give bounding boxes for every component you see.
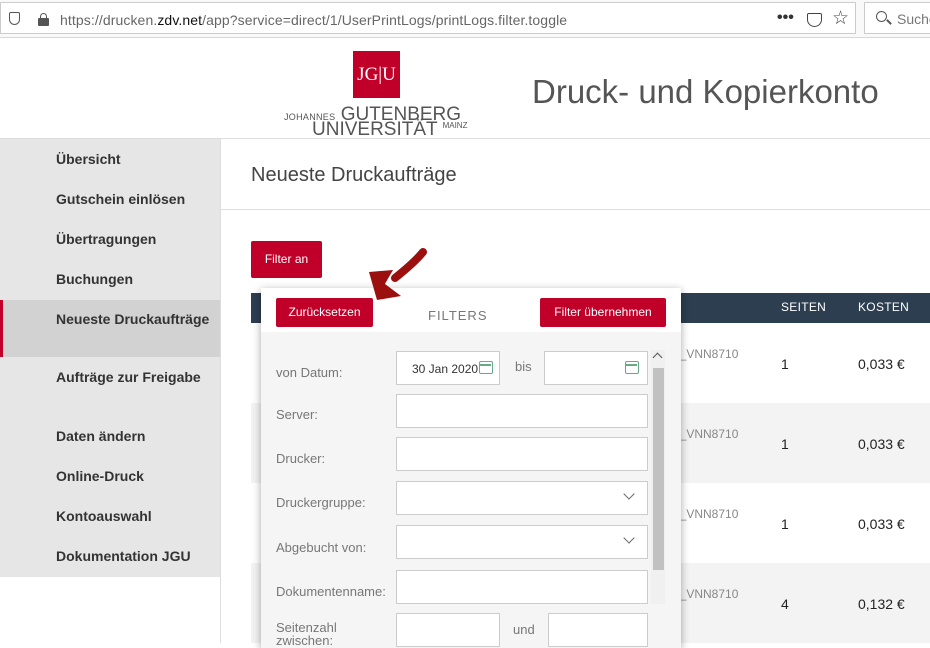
annotation-arrow [369, 248, 427, 300]
charged-from-select[interactable] [396, 525, 648, 559]
page-count-label-line2: zwischen: [276, 633, 334, 648]
cell-document: i_VNN8710 [677, 427, 739, 441]
sidebar-item-jobs-for-release[interactable]: Aufträge zur Freigabe [0, 368, 220, 387]
filter-form: von Datum: 30 Jan 2020 bis Server: Druck… [261, 332, 681, 648]
cell-cost: 0,033 € [858, 436, 905, 452]
sidebar-item-transfers[interactable]: Übertragungen [0, 230, 220, 249]
page-count-min-input[interactable] [396, 613, 500, 647]
cell-pages: 1 [781, 436, 789, 452]
filter-panel-header: Zurücksetzen FILTERS Filter übernehmen [261, 288, 681, 332]
cell-pages: 4 [781, 596, 789, 612]
cell-pages: 1 [781, 356, 789, 372]
cell-document: i_VNN8710 [677, 347, 739, 361]
site-header: JG|U JOHANNES GUTENBERG UNIVERSITÄT MAIN… [0, 39, 930, 140]
cell-pages: 1 [781, 516, 789, 532]
url-text[interactable]: https://drucken.zdv.net/app?service=dire… [60, 12, 567, 28]
and-label: und [513, 622, 535, 637]
sidebar-item-bookings[interactable]: Buchungen [0, 270, 220, 289]
filters-title: FILTERS [428, 308, 488, 323]
sidebar-item-redeem-voucher[interactable]: Gutschein einlösen [0, 190, 220, 209]
search-box[interactable]: Suche [864, 2, 930, 34]
server-label: Server: [276, 407, 318, 422]
apply-filter-button[interactable]: Filter übernehmen [540, 298, 666, 327]
cell-document: i_VNN8710 [677, 587, 739, 601]
cell-cost: 0,132 € [858, 596, 905, 612]
browser-toolbar: https://drucken.zdv.net/app?service=dire… [0, 0, 930, 38]
bookmark-star-icon[interactable]: ☆ [832, 7, 849, 30]
chevron-down-icon [623, 532, 635, 544]
to-date-field[interactable] [544, 351, 648, 385]
column-header-cost[interactable]: KOSTEN [858, 300, 909, 314]
calendar-icon[interactable] [479, 361, 493, 374]
from-date-field[interactable]: 30 Jan 2020 [396, 351, 500, 385]
column-header-pages[interactable]: SEITEN [781, 300, 826, 314]
document-name-input[interactable] [396, 570, 648, 604]
page-count-max-input[interactable] [548, 613, 648, 647]
title-divider [221, 209, 930, 210]
search-icon [876, 11, 887, 22]
calendar-icon[interactable] [625, 361, 639, 374]
search-placeholder: Suche [897, 11, 930, 27]
logo-text-line2: UNIVERSITÄT MAINZ [312, 119, 468, 140]
charged-from-label: Abgebucht von: [276, 540, 367, 555]
document-name-label: Dokumentenname: [276, 584, 386, 599]
page-title: Neueste Druckaufträge [251, 164, 457, 186]
sidebar-item-account-selection[interactable]: Kontoauswahl [0, 507, 220, 526]
to-date-label: bis [515, 359, 532, 374]
sidebar-item-documentation[interactable]: Dokumentation JGU [0, 547, 220, 566]
sidebar-divider [220, 139, 221, 643]
tracking-protection-icon[interactable] [9, 12, 20, 25]
scrollbar-thumb[interactable] [653, 368, 664, 570]
sidebar-item-overview[interactable]: Übersicht [0, 150, 220, 169]
filter-panel: Zurücksetzen FILTERS Filter übernehmen v… [261, 288, 681, 648]
printer-label: Drucker: [276, 451, 326, 466]
printer-group-label: Druckergruppe: [276, 495, 366, 510]
pocket-icon[interactable] [807, 13, 822, 27]
sidebar-item-recent-print-jobs[interactable]: Neueste Druckaufträge [0, 300, 220, 357]
address-bar[interactable]: https://drucken.zdv.net/app?service=dire… [0, 2, 856, 34]
filter-toggle-button[interactable]: Filter an [251, 241, 322, 278]
cell-document: i_VNN8710 [677, 507, 739, 521]
cell-cost: 0,033 € [858, 516, 905, 532]
jgu-logo-mark[interactable]: JG|U [353, 51, 400, 98]
sidebar-item-online-print[interactable]: Online-Druck [0, 467, 220, 486]
page-actions-menu-icon[interactable]: ••• [777, 9, 794, 27]
from-date-label: von Datum: [276, 365, 343, 380]
sidebar: Übersicht Gutschein einlösen Übertragung… [0, 139, 220, 577]
lock-icon[interactable] [38, 13, 49, 26]
chevron-down-icon [623, 488, 635, 500]
sidebar-item-change-data[interactable]: Daten ändern [0, 427, 220, 446]
cell-cost: 0,033 € [858, 356, 905, 372]
printer-group-select[interactable] [396, 481, 648, 515]
server-input[interactable] [396, 394, 648, 428]
site-title: Druck- und Kopierkonto [532, 73, 879, 110]
printer-input[interactable] [396, 437, 648, 471]
